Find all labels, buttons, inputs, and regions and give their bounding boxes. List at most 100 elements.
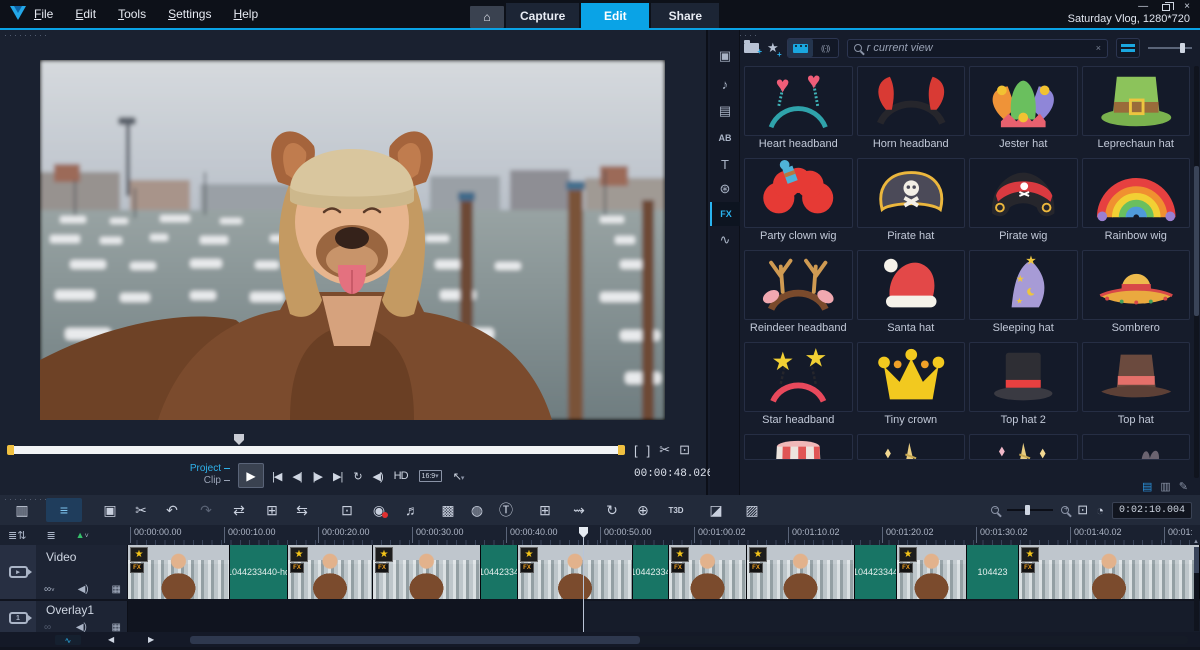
scroll-up-icon[interactable]: ▲: [1193, 539, 1199, 545]
pan-zoom-button[interactable]: ⊡: [333, 498, 361, 522]
overlay-track-content[interactable]: [128, 601, 1200, 635]
redo-button[interactable]: ↷: [192, 498, 220, 522]
play-button[interactable]: ▶: [238, 463, 264, 488]
restore-button[interactable]: [1162, 4, 1170, 11]
library-view-columns-icon[interactable]: ▥: [1160, 480, 1170, 493]
preview-scrub-marker[interactable]: [234, 434, 244, 445]
menu-item-ettings[interactable]: Settings: [168, 7, 211, 21]
motion-tracking-button[interactable]: ⇝: [565, 498, 593, 522]
timeline-clip[interactable]: ★FX: [288, 545, 373, 599]
timeline-clip-label[interactable]: 10442334: [481, 545, 518, 599]
timeline-vscrollbar[interactable]: [1194, 547, 1199, 631]
link-icon[interactable]: ∞˅: [44, 584, 55, 595]
timeline-zoom-slider[interactable]: [1007, 504, 1053, 516]
show-audio-toggle[interactable]: ((·)): [813, 39, 838, 57]
sticker-thumbnail[interactable]: [857, 250, 966, 320]
rail-transition[interactable]: AB: [710, 126, 740, 150]
sticker-thumbnail[interactable]: [1082, 250, 1191, 320]
library-item-pirate-wig[interactable]: Pirate wig: [969, 158, 1078, 244]
timeline-clip[interactable]: ★FX: [669, 545, 747, 599]
ripple-edit-button[interactable]: ⇄: [225, 498, 253, 522]
mask-frame-button[interactable]: ▨: [738, 498, 766, 522]
track-list-icon[interactable]: ≣: [46, 529, 55, 542]
timeline-hscrollbar[interactable]: [190, 636, 1188, 644]
clip-mode-label[interactable]: Clip: [172, 475, 230, 487]
library-item-horn-headband[interactable]: Horn headband: [857, 66, 966, 152]
timeline-clip[interactable]: ★FX: [747, 545, 855, 599]
thumbnail-size-slider[interactable]: [1148, 42, 1192, 54]
library-item-reindeer-headband[interactable]: Reindeer headband: [744, 250, 853, 336]
minimize-button[interactable]: —: [1138, 2, 1148, 12]
trim-handle-end[interactable]: [618, 445, 625, 455]
timeline-clip-label[interactable]: 1044233440-hd: [230, 545, 288, 599]
sticker-thumbnail[interactable]: [1082, 434, 1191, 460]
rail-motion-path[interactable]: ∿: [710, 228, 740, 252]
library-item-leprechaun-hat[interactable]: Leprechaun hat: [1082, 66, 1191, 152]
import-folder-icon[interactable]: +: [744, 43, 759, 53]
sticker-thumbnail[interactable]: ♥♥: [744, 66, 853, 136]
timeline-zoom-tool[interactable]: ∿: [55, 635, 81, 645]
hd-toggle[interactable]: HD: [394, 470, 408, 482]
slider-knob[interactable]: [1025, 505, 1030, 515]
sticker-thumbnail[interactable]: [969, 158, 1078, 228]
sticker-thumbnail[interactable]: [1082, 158, 1191, 228]
library-item-top-hat-2[interactable]: Top hat 2: [969, 342, 1078, 428]
rail-audio[interactable]: ♪: [710, 72, 740, 96]
sticker-thumbnail[interactable]: ★★★: [969, 250, 1078, 320]
copy-button[interactable]: ▣: [96, 498, 124, 522]
loop-button[interactable]: ↻: [598, 498, 626, 522]
library-item-heart-headband[interactable]: ♥♥Heart headband: [744, 66, 853, 152]
split-screen-button[interactable]: ⊞: [531, 498, 559, 522]
timeline-view-button[interactable]: ≡: [46, 498, 82, 522]
library-view-panels-icon[interactable]: ▤: [1142, 480, 1152, 493]
sticker-thumbnail[interactable]: [857, 66, 966, 136]
trim-handle-start[interactable]: [7, 445, 14, 455]
repeat-button[interactable]: ↻: [353, 470, 361, 483]
sticker-thumbnail[interactable]: [744, 434, 853, 460]
sticker-thumbnail[interactable]: [969, 66, 1078, 136]
sticker-thumbnail[interactable]: [969, 342, 1078, 412]
rail-graphic[interactable]: ⊛: [710, 177, 740, 201]
library-item-pirate-hat[interactable]: Pirate hat: [857, 158, 966, 244]
video-track-header[interactable]: Video ∞˅ ◀) ▦: [36, 545, 128, 599]
title-3d-button[interactable]: T3D: [662, 498, 690, 522]
zoom-in-icon[interactable]: +: [1061, 506, 1069, 514]
library-item-party-clown-wig[interactable]: Party clown wig: [744, 158, 853, 244]
library-item-rabbit-silhouette[interactable]: [1082, 434, 1191, 460]
mark-out-icon[interactable]: ]: [647, 443, 651, 458]
library-item-unicorn-horn[interactable]: [857, 434, 966, 460]
timeline-ruler[interactable]: 00:00:00.0000:00:10.0000:00:20.0000:00:3…: [128, 525, 1192, 545]
favorites-add-icon[interactable]: ★+: [767, 40, 779, 56]
library-item-star-headband[interactable]: ★★Star headband: [744, 342, 853, 428]
mark-in-icon[interactable]: [: [634, 443, 638, 458]
trim-tools-button[interactable]: ✂: [127, 498, 155, 522]
scroll-right-icon[interactable]: ▶: [148, 635, 154, 644]
tab-edit[interactable]: Edit: [581, 3, 649, 28]
audio-music-button[interactable]: ♬: [398, 498, 426, 522]
rail-title[interactable]: T: [710, 152, 740, 176]
show-video-toggle[interactable]: [788, 39, 813, 57]
transparency-icon[interactable]: ▦: [112, 584, 121, 595]
tab-share[interactable]: Share: [651, 3, 719, 28]
project-duration-icon[interactable]: ◔: [1096, 503, 1104, 518]
video-track-content[interactable]: ★FX1044233440-hd★FX★FX10442334★FX1044233…: [128, 545, 1200, 599]
subtitle-button[interactable]: Ⓣ: [492, 498, 520, 522]
menu-item-elp[interactable]: Help: [233, 7, 258, 21]
panel-drag-handle[interactable]: ·········: [4, 33, 64, 37]
library-item-rainbow-wig[interactable]: Rainbow wig: [1082, 158, 1191, 244]
sticker-thumbnail[interactable]: [744, 158, 853, 228]
rail-instant-project[interactable]: ▤: [710, 99, 740, 123]
next-frame-button[interactable]: |▶: [313, 470, 322, 483]
sticker-thumbnail[interactable]: [857, 434, 966, 460]
scrollbar-thumb[interactable]: [190, 636, 640, 644]
search-input[interactable]: [867, 42, 1091, 54]
end-button[interactable]: ▶|: [333, 470, 342, 483]
undo-button[interactable]: ↶: [158, 498, 186, 522]
library-item-striped-hat[interactable]: [744, 434, 853, 460]
blend-button[interactable]: ◍: [463, 498, 491, 522]
swap-tracks-button[interactable]: ⇆: [288, 498, 316, 522]
rail-filter-fx[interactable]: FX: [710, 202, 740, 226]
menu-item-dit[interactable]: Edit: [75, 7, 96, 21]
aspect-ratio-button[interactable]: 16:9▾: [419, 470, 442, 482]
close-button[interactable]: ×: [1184, 2, 1190, 12]
